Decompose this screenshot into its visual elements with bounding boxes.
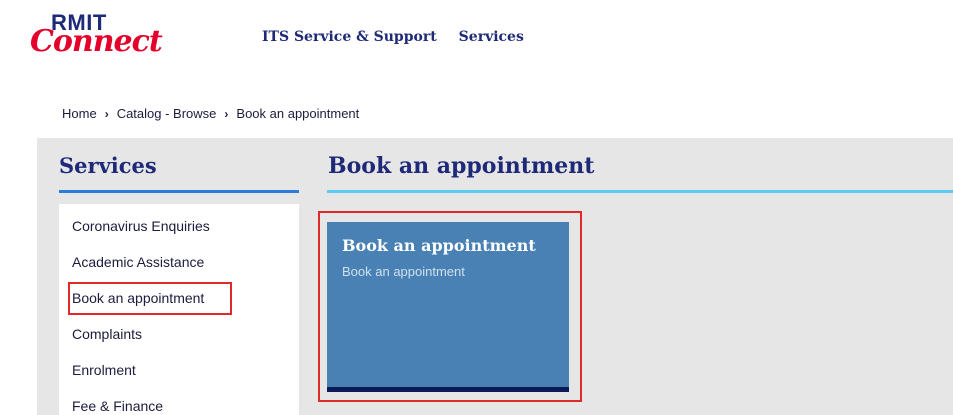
site-header: RMIT Connect ITS Service & Support Servi…	[0, 0, 953, 80]
sidebar-item-complaints[interactable]: Complaints	[72, 326, 142, 342]
page-title-underline	[327, 190, 953, 193]
sidebar-title: Services	[59, 153, 157, 178]
page-title: Book an appointment	[328, 153, 595, 179]
sidebar-title-underline	[59, 190, 299, 193]
services-sidebar: Services Coronavirus Enquiries Academic …	[59, 138, 299, 415]
breadcrumb-catalog-browse[interactable]: Catalog - Browse	[117, 106, 217, 121]
chevron-right-icon: ›	[104, 106, 109, 121]
sidebar-item-highlight	[68, 282, 232, 315]
rmit-connect-logo[interactable]: RMIT Connect	[30, 10, 163, 60]
nav-its-service-support[interactable]: ITS Service & Support	[262, 29, 437, 45]
sidebar-item-coronavirus-enquiries[interactable]: Coronavirus Enquiries	[72, 218, 210, 234]
sidebar-item-academic-assistance[interactable]: Academic Assistance	[72, 254, 204, 270]
logo-connect-text: Connect	[30, 24, 163, 59]
sidebar-item-fee-finance[interactable]: Fee & Finance	[72, 398, 163, 414]
breadcrumb-current: Book an appointment	[236, 106, 360, 121]
top-nav: ITS Service & Support Services	[262, 29, 524, 45]
sidebar-item-enrolment[interactable]: Enrolment	[72, 362, 136, 378]
breadcrumb: Home › Catalog - Browse › Book an appoin…	[62, 106, 359, 121]
nav-services[interactable]: Services	[459, 29, 524, 45]
chevron-right-icon: ›	[224, 106, 229, 121]
breadcrumb-home[interactable]: Home	[62, 106, 97, 121]
card-highlight	[318, 211, 582, 402]
